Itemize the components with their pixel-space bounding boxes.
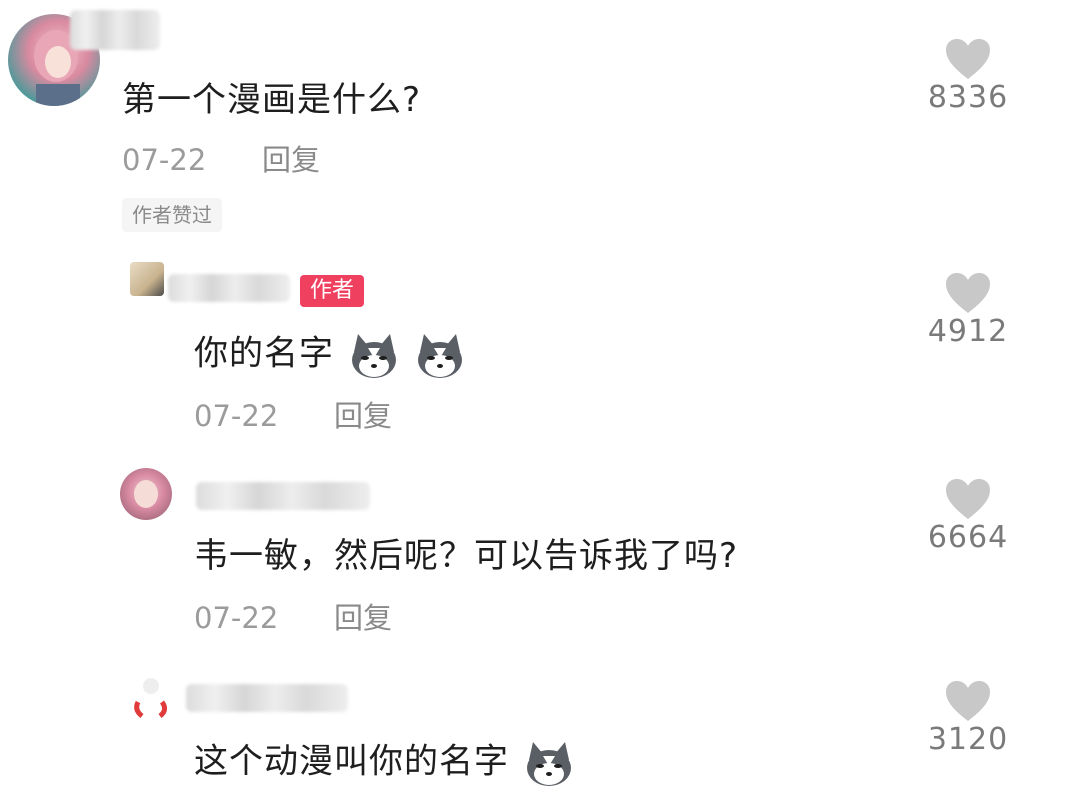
comment-text: 第一个漫画是什么? — [122, 80, 422, 120]
avatar-image — [134, 480, 158, 508]
heart-icon — [946, 479, 990, 519]
comment-date: 07-22 — [194, 601, 279, 635]
heart-icon — [946, 39, 990, 79]
comment-text: 这个动漫叫你的名字 — [194, 738, 575, 788]
comment-date: 07-22 — [194, 399, 279, 433]
comment-text-content: 你的名字 — [194, 333, 334, 374]
like-button[interactable]: 3120 — [908, 680, 1028, 758]
reply-button[interactable]: 回复 — [262, 143, 320, 177]
comment-date: 07-22 — [122, 143, 207, 177]
reply-button[interactable]: 回复 — [334, 399, 392, 433]
username-blurred[interactable] — [196, 482, 370, 510]
author-badge: 作者 — [300, 275, 365, 307]
like-count: 4912 — [927, 314, 1009, 349]
husky-face-icon — [417, 334, 462, 378]
avatar[interactable] — [126, 672, 176, 722]
like-count: 6664 — [927, 520, 1009, 555]
username-blurred[interactable] — [168, 274, 290, 302]
husky-face-icon — [526, 742, 571, 786]
husky-face-icon — [351, 334, 396, 378]
avatar[interactable] — [120, 468, 172, 520]
username-blurred[interactable] — [70, 10, 160, 50]
heart-icon — [946, 273, 990, 313]
author-liked-tag: 作者赞过 — [122, 198, 222, 232]
comment-text-content: 这个动漫叫你的名字 — [194, 741, 509, 782]
reply-button[interactable]: 回复 — [334, 601, 392, 635]
heart-icon — [946, 681, 990, 721]
avatar[interactable] — [130, 262, 164, 296]
like-button[interactable]: 6664 — [908, 478, 1028, 556]
avatar-image — [134, 678, 168, 718]
username-blurred[interactable] — [186, 684, 348, 712]
like-count: 3120 — [927, 722, 1009, 757]
like-button[interactable]: 4912 — [908, 272, 1028, 350]
like-count: 8336 — [927, 80, 1009, 115]
like-button[interactable]: 8336 — [908, 38, 1028, 116]
comment-text: 你的名字 — [194, 330, 466, 380]
comment-text: 韦一敏，然后呢？可以告诉我了吗? — [194, 536, 739, 576]
